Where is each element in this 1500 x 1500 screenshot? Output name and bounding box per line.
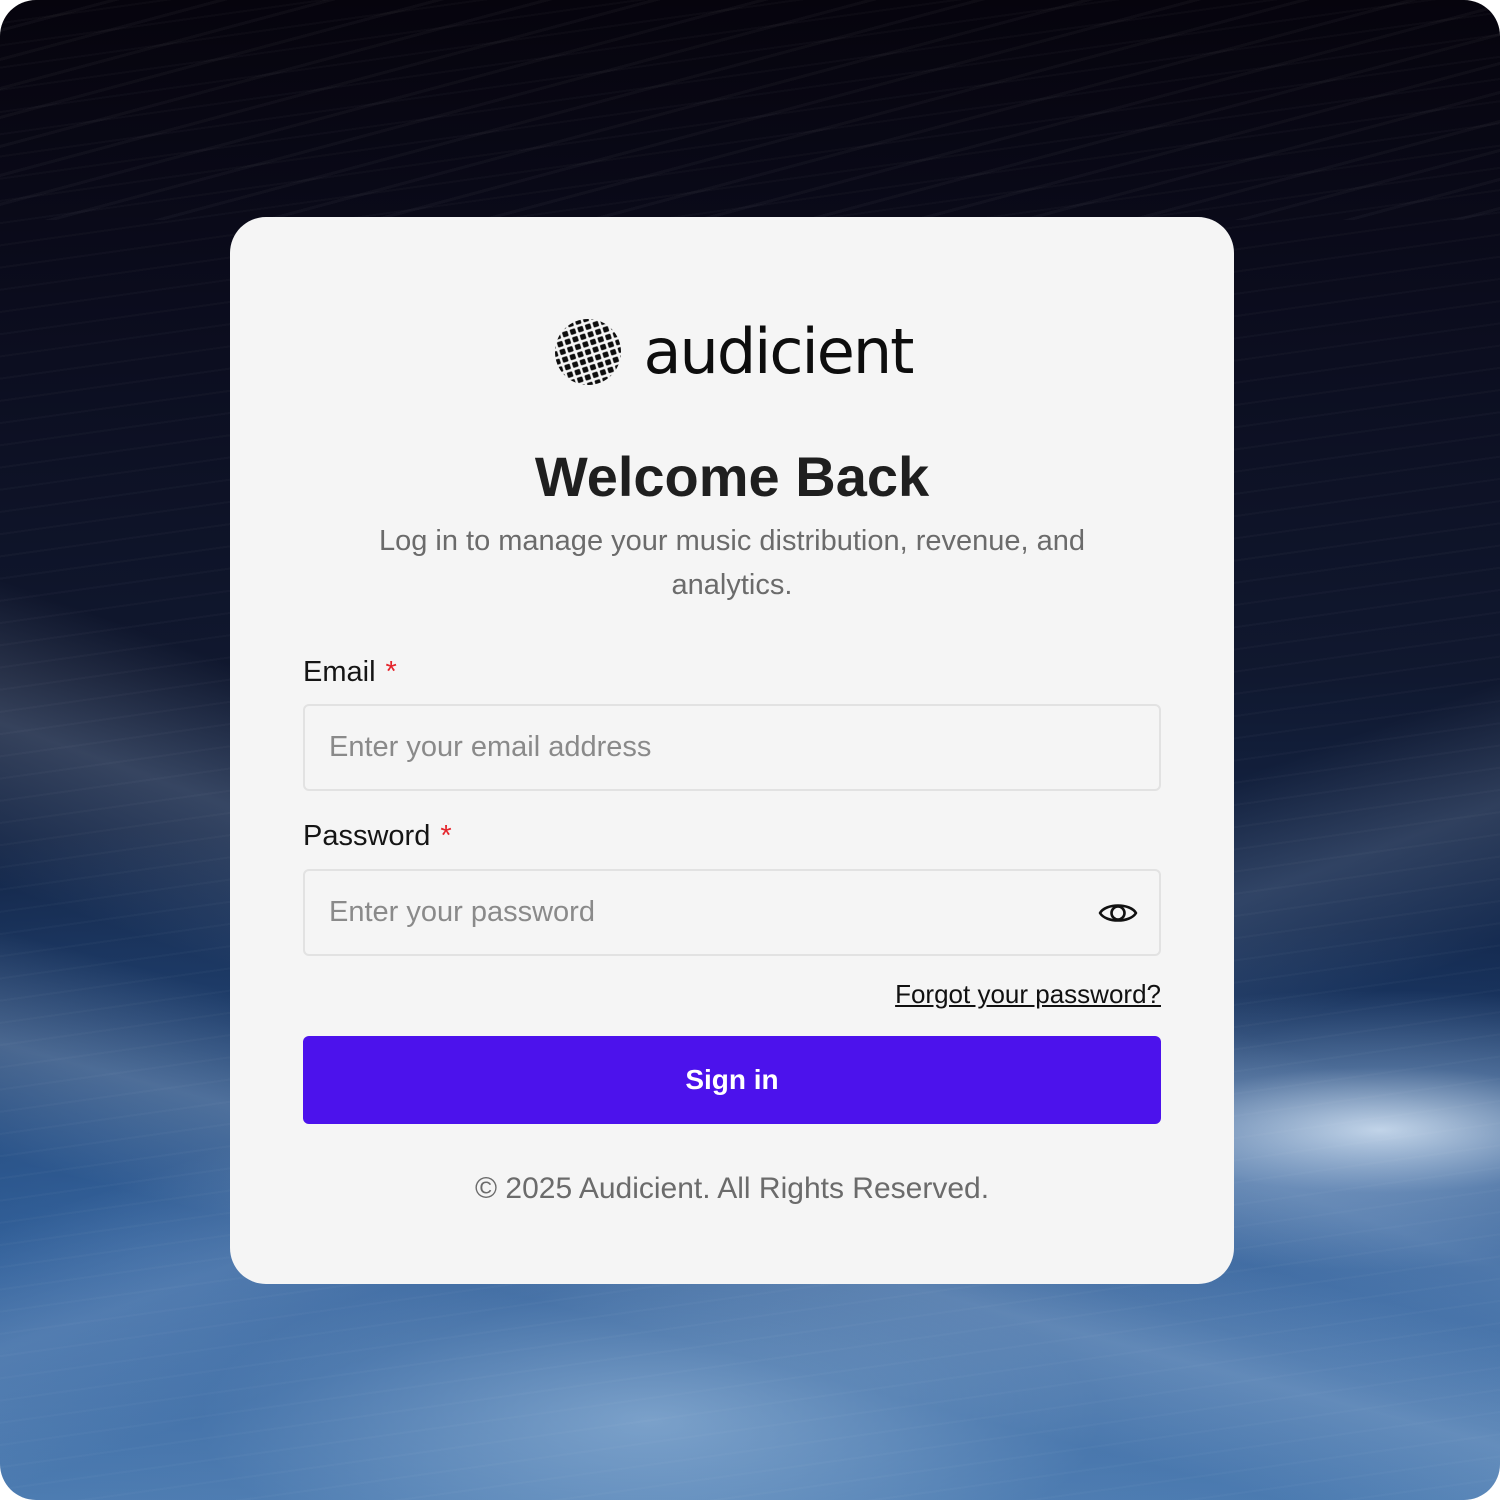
page-title: Welcome Back [534,445,930,508]
dotted-globe-icon [554,319,621,385]
login-card: audicient Welcome Back Log in to manage … [230,217,1234,1284]
forgot-password-link[interactable]: Forgot your password? [895,979,1161,1009]
required-marker: * [440,820,452,852]
brand-name: audicient [643,315,915,388]
email-label: Email * [303,655,397,689]
password-label: Password * [303,819,452,853]
email-field[interactable] [303,704,1161,791]
sign-in-button[interactable]: Sign in [303,1036,1161,1124]
eye-icon[interactable] [1096,896,1140,930]
copyright-text: © 2025 Audicient. All Rights Reserved. [474,1172,990,1205]
brand-logo: audicient [230,312,1234,392]
password-label-text: Password [303,820,431,852]
page-subtitle: Log in to manage your music distribution… [378,525,1086,601]
required-marker: * [385,656,397,688]
email-label-text: Email [303,656,376,688]
password-field[interactable] [303,869,1161,956]
